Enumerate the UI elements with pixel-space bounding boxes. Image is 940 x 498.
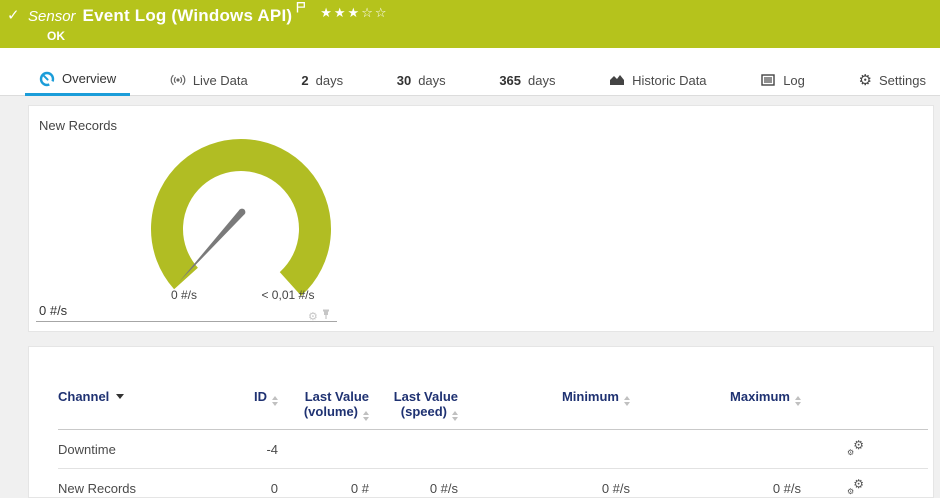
- pin-icon[interactable]: [321, 307, 331, 325]
- sort-icon[interactable]: [795, 396, 801, 406]
- tab-365-days[interactable]: 365 days: [485, 64, 569, 96]
- tab-historic-data[interactable]: Historic Data: [595, 64, 720, 96]
- tab-bar: Overview Live Data 2 days 30 days 365 da…: [0, 64, 940, 96]
- channel-name: Downtime: [58, 430, 228, 469]
- gauge-settings-gear-icon[interactable]: ⚙: [308, 311, 318, 322]
- flag-icon[interactable]: [296, 0, 306, 18]
- historic-chart-icon: [609, 72, 625, 88]
- channel-maximum: [640, 430, 811, 469]
- column-header-minimum[interactable]: Minimum: [468, 347, 640, 430]
- tab-30-days[interactable]: 30 days: [383, 64, 460, 96]
- column-header-id[interactable]: ID: [228, 347, 288, 430]
- channel-minimum: [468, 430, 640, 469]
- gauge-min-label: 0 #/s: [154, 288, 214, 302]
- tab-settings-label: Settings: [879, 73, 926, 88]
- tab-30-days-label: days: [418, 73, 445, 88]
- channel-last-speed: [379, 430, 468, 469]
- gauge-max-label: < 0,01 #/s: [243, 288, 333, 302]
- channel-id: 0: [228, 469, 288, 498]
- channel-maximum: 0 #/s: [640, 469, 811, 498]
- tab-2-days-label: days: [316, 73, 343, 88]
- channel-settings-gears-icon[interactable]: ⚙ ⚙: [847, 479, 864, 495]
- priority-stars[interactable]: ★★★☆☆: [320, 5, 388, 21]
- column-header-last-value-speed[interactable]: Last Value (speed): [379, 347, 468, 430]
- tab-log-label: Log: [783, 73, 805, 88]
- sort-icon[interactable]: [272, 396, 278, 406]
- sensor-title: Event Log (Windows API): [83, 6, 293, 26]
- sort-icon[interactable]: [363, 411, 369, 421]
- channel-last-volume: [288, 430, 379, 469]
- sort-icon[interactable]: [452, 411, 458, 421]
- sort-icon[interactable]: [624, 396, 630, 406]
- gauge-panel: New Records 0 #/s < 0,01 #/s 0 #/s ⚙: [28, 105, 934, 332]
- channel-minimum: 0 #/s: [468, 469, 640, 498]
- column-header-settings: [811, 347, 928, 430]
- tab-historic-data-label: Historic Data: [632, 73, 706, 88]
- channel-table-panel: Channel ID Last Value (volume) Last Valu…: [28, 346, 934, 498]
- tab-2-days-number: 2: [301, 73, 308, 88]
- channel-last-volume: 0 #: [288, 469, 379, 498]
- gauge-panel-divider: [36, 321, 337, 322]
- sensor-status-text: OK: [6, 29, 940, 43]
- sort-desc-icon[interactable]: [116, 394, 124, 399]
- tab-log[interactable]: Log: [746, 64, 819, 96]
- tab-365-days-number: 365: [499, 73, 521, 88]
- column-header-maximum[interactable]: Maximum: [640, 347, 811, 430]
- channel-row-new-records[interactable]: New Records 0 0 # 0 #/s 0 #/s 0 #/s ⚙ ⚙: [58, 469, 928, 498]
- channel-settings-gears-icon[interactable]: ⚙ ⚙: [847, 440, 864, 456]
- tab-30-days-number: 30: [397, 73, 411, 88]
- channel-name: New Records: [58, 469, 228, 498]
- gauge-needle: [179, 210, 245, 282]
- tab-overview-label: Overview: [62, 71, 116, 86]
- tab-365-days-label: days: [528, 73, 555, 88]
- settings-gear-icon: ⚙: [859, 73, 872, 88]
- tab-overview[interactable]: Overview: [25, 64, 130, 96]
- new-records-gauge: [29, 106, 449, 306]
- gauge-tab-icon: [39, 71, 55, 87]
- channel-row-downtime[interactable]: Downtime -4 ⚙ ⚙: [58, 430, 928, 469]
- tab-live-data[interactable]: Live Data: [156, 64, 262, 96]
- log-list-icon: [760, 72, 776, 88]
- channel-id: -4: [228, 430, 288, 469]
- column-header-channel[interactable]: Channel: [58, 347, 228, 430]
- sensor-kind-label: Sensor: [28, 8, 76, 25]
- channel-last-speed: 0 #/s: [379, 469, 468, 498]
- ok-check-icon: ✓: [7, 6, 20, 24]
- tab-settings[interactable]: ⚙ Settings: [845, 64, 940, 96]
- gauge-arc: [167, 155, 315, 284]
- tab-2-days[interactable]: 2 days: [287, 64, 357, 96]
- tab-live-data-label: Live Data: [193, 73, 248, 88]
- page-background: New Records 0 #/s < 0,01 #/s 0 #/s ⚙: [0, 96, 940, 498]
- live-data-icon: [170, 72, 186, 88]
- channel-table-header-row: Channel ID Last Value (volume) Last Valu…: [58, 347, 928, 430]
- column-header-last-value-volume[interactable]: Last Value (volume): [288, 347, 379, 430]
- channel-table: Channel ID Last Value (volume) Last Valu…: [58, 347, 928, 498]
- gauge-current-value: 0 #/s: [39, 303, 67, 318]
- sensor-status-banner: ✓ Sensor Event Log (Windows API) ★★★☆☆ O…: [0, 0, 940, 48]
